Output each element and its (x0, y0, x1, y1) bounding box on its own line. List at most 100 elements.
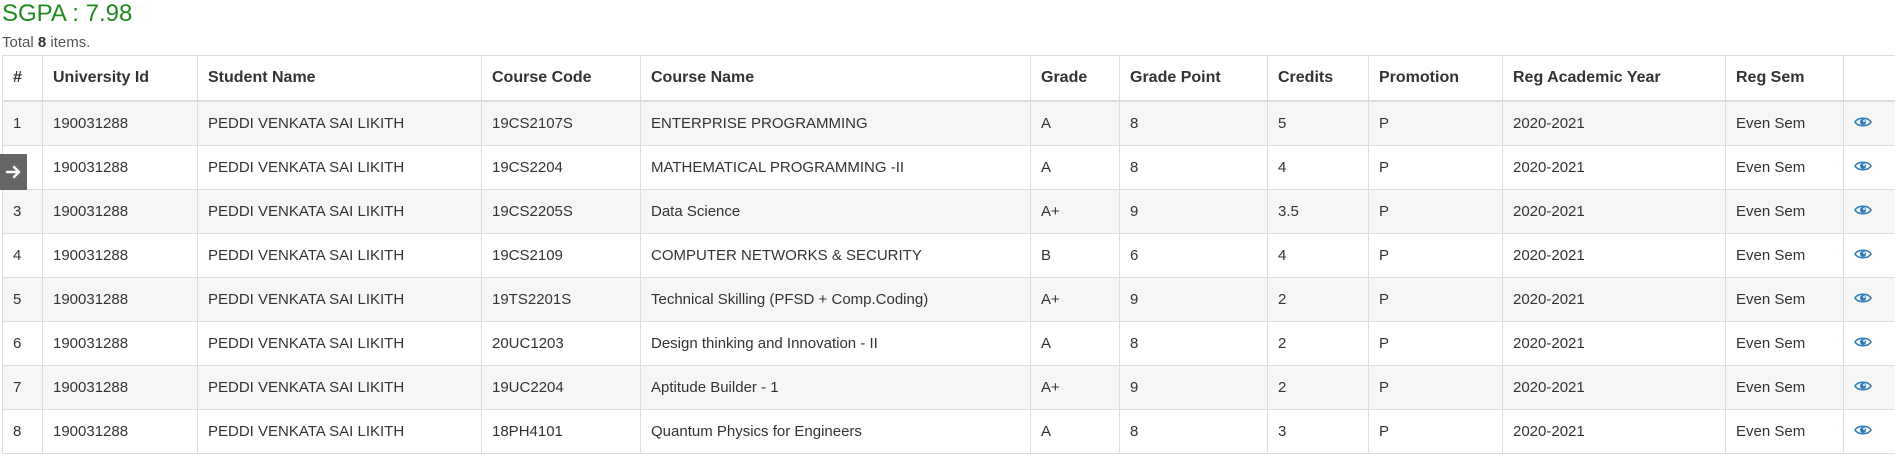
cell-grade: B (1030, 233, 1120, 278)
header-index[interactable]: # (2, 55, 43, 102)
cell-actions (1843, 145, 1898, 190)
cell-grade-point: 8 (1119, 409, 1268, 454)
header-course-code[interactable]: Course Code (481, 55, 641, 102)
cell-reg-sem: Even Sem (1725, 277, 1844, 322)
header-reg-sem[interactable]: Reg Sem (1725, 55, 1844, 102)
cell-actions (1843, 321, 1898, 366)
cell-credits: 3.5 (1267, 189, 1369, 234)
cell-grade-point: 8 (1119, 145, 1268, 190)
table-row: 8 190031288 PEDDI VENKATA SAI LIKITH 18PH41… (2, 409, 1898, 454)
vertical-scrollbar[interactable] (1895, 0, 1902, 467)
view-link[interactable] (1854, 379, 1872, 391)
summary-count: 8 (37, 34, 47, 51)
eye-icon (1854, 337, 1872, 347)
cell-promotion: P (1368, 277, 1503, 322)
cell-grade-point: 9 (1119, 277, 1268, 322)
cell-student-name: PEDDI VENKATA SAI LIKITH (197, 277, 482, 322)
header-student-name[interactable]: Student Name (197, 55, 482, 102)
header-credits[interactable]: Credits (1267, 55, 1369, 102)
view-link[interactable] (1854, 247, 1872, 259)
cell-university-id: 190031288 (42, 277, 198, 322)
table-row: 7 190031288 PEDDI VENKATA SAI LIKITH 19UC22… (2, 365, 1898, 410)
cell-grade-point: 8 (1119, 100, 1268, 146)
header-course-name[interactable]: Course Name (640, 55, 1031, 102)
header-actions (1843, 55, 1898, 102)
table-header-row: # University Id Student Name Course Code… (2, 55, 1898, 102)
cell-course-name: Aptitude Builder - 1 (640, 365, 1031, 410)
cell-actions (1843, 277, 1898, 322)
items-summary: Total 8 items. (2, 34, 90, 52)
cell-grade: A+ (1030, 189, 1120, 234)
cell-grade: A (1030, 321, 1120, 366)
view-link[interactable] (1854, 291, 1872, 303)
cell-reg-sem: Even Sem (1725, 365, 1844, 410)
cell-grade-point: 9 (1119, 365, 1268, 410)
cell-course-name: COMPUTER NETWORKS & SECURITY (640, 233, 1031, 278)
cell-actions (1843, 233, 1898, 278)
eye-icon (1854, 161, 1872, 171)
eye-icon (1854, 205, 1872, 215)
table-row: 1 190031288 PEDDI VENKATA SAI LIKITH 19CS21… (2, 100, 1898, 146)
cell-course-code: 19CS2109 (481, 233, 641, 278)
cell-index: 8 (2, 409, 43, 454)
cell-reg-academic-year: 2020-2021 (1502, 409, 1726, 454)
eye-icon (1854, 117, 1872, 127)
cell-reg-academic-year: 2020-2021 (1502, 189, 1726, 234)
cell-student-name: PEDDI VENKATA SAI LIKITH (197, 100, 482, 146)
floating-nav-button[interactable] (0, 154, 27, 190)
cell-reg-academic-year: 2020-2021 (1502, 145, 1726, 190)
view-link[interactable] (1854, 335, 1872, 347)
cell-course-code: 19CS2107S (481, 100, 641, 146)
view-link[interactable] (1854, 159, 1872, 171)
cell-promotion: P (1368, 409, 1503, 454)
cell-university-id: 190031288 (42, 100, 198, 146)
table-body: 1 190031288 PEDDI VENKATA SAI LIKITH 19CS21… (2, 100, 1898, 454)
view-link[interactable] (1854, 423, 1872, 435)
cell-reg-sem: Even Sem (1725, 145, 1844, 190)
cell-promotion: P (1368, 145, 1503, 190)
cell-grade-point: 6 (1119, 233, 1268, 278)
cell-course-name: ENTERPRISE PROGRAMMING (640, 100, 1031, 146)
cell-grade: A (1030, 145, 1120, 190)
cell-reg-sem: Even Sem (1725, 100, 1844, 146)
cell-student-name: PEDDI VENKATA SAI LIKITH (197, 409, 482, 454)
cell-actions (1843, 189, 1898, 234)
header-promotion[interactable]: Promotion (1368, 55, 1503, 102)
view-link[interactable] (1854, 203, 1872, 215)
cell-credits: 2 (1267, 365, 1369, 410)
cell-reg-sem: Even Sem (1725, 321, 1844, 366)
view-link[interactable] (1854, 115, 1872, 127)
header-grade[interactable]: Grade (1030, 55, 1120, 102)
cell-index: 4 (2, 233, 43, 278)
header-reg-academic-year[interactable]: Reg Academic Year (1502, 55, 1726, 102)
table-row: 6 190031288 PEDDI VENKATA SAI LIKITH 20UC12… (2, 321, 1898, 366)
cell-credits: 5 (1267, 100, 1369, 146)
cell-grade-point: 8 (1119, 321, 1268, 366)
arrow-right-icon (5, 165, 20, 179)
cell-student-name: PEDDI VENKATA SAI LIKITH (197, 365, 482, 410)
cell-reg-academic-year: 2020-2021 (1502, 233, 1726, 278)
cell-grade: A+ (1030, 365, 1120, 410)
cell-reg-academic-year: 2020-2021 (1502, 100, 1726, 146)
summary-suffix: items. (46, 34, 91, 51)
cell-course-name: Design thinking and Innovation - II (640, 321, 1031, 366)
cell-university-id: 190031288 (42, 409, 198, 454)
cell-university-id: 190031288 (42, 321, 198, 366)
table-row: 3 190031288 PEDDI VENKATA SAI LIKITH 19CS22… (2, 189, 1898, 234)
cell-promotion: P (1368, 189, 1503, 234)
cell-promotion: P (1368, 365, 1503, 410)
cell-reg-academic-year: 2020-2021 (1502, 321, 1726, 366)
eye-icon (1854, 381, 1872, 391)
cell-student-name: PEDDI VENKATA SAI LIKITH (197, 145, 482, 190)
cell-course-code: 19CS2204 (481, 145, 641, 190)
cell-course-name: MATHEMATICAL PROGRAMMING -II (640, 145, 1031, 190)
cell-course-code: 18PH4101 (481, 409, 641, 454)
cell-grade-point: 9 (1119, 189, 1268, 234)
cell-promotion: P (1368, 321, 1503, 366)
summary-prefix: Total (2, 34, 38, 51)
cell-course-code: 20UC1203 (481, 321, 641, 366)
cell-credits: 4 (1267, 145, 1369, 190)
header-university-id[interactable]: University Id (42, 55, 198, 102)
cell-index: 7 (2, 365, 43, 410)
header-grade-point[interactable]: Grade Point (1119, 55, 1268, 102)
